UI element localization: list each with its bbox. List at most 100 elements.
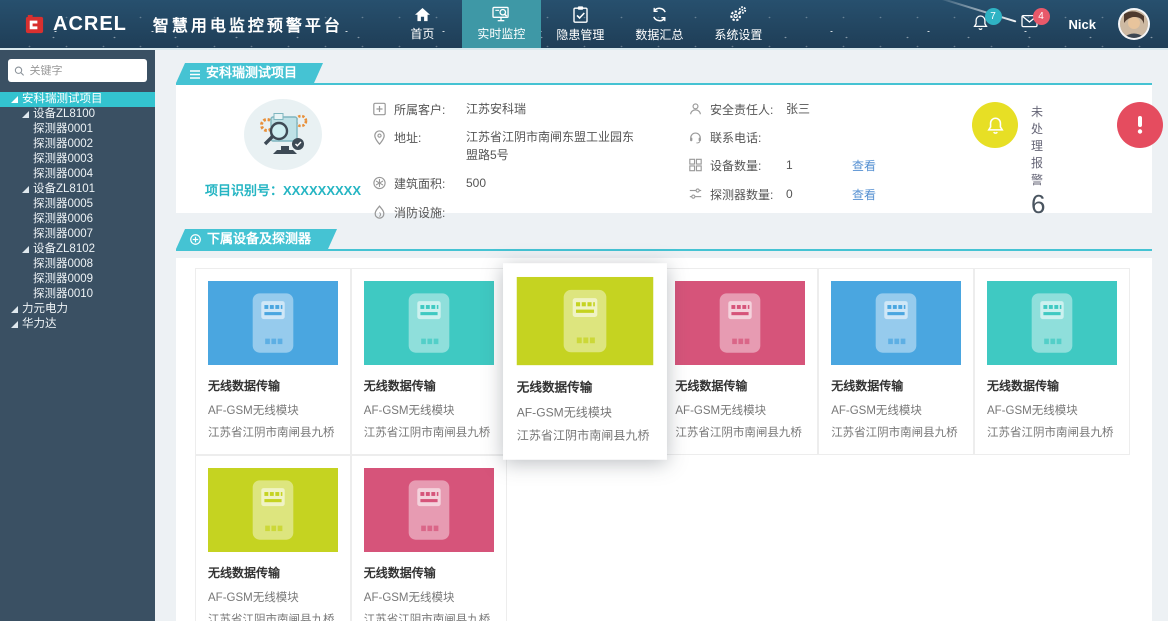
nav-item-home[interactable]: 首页 (383, 0, 462, 48)
device-cards-grid: 无线数据传输 AF-GSM无线模块 江苏省江阴市南闸县九桥 无线数据传输 AF-… (195, 268, 1133, 621)
tree-node-project[interactable]: 安科瑞测试项目 (0, 92, 155, 107)
tree-node-label: 安科瑞测试项目 (22, 92, 103, 107)
expand-triangle-icon[interactable] (11, 306, 18, 313)
device-card[interactable]: 无线数据传输 AF-GSM无线模块 江苏省江阴市南闸县九桥 (818, 268, 974, 455)
meter-device-icon (248, 291, 298, 355)
stat-label: 未处理报警 (1031, 103, 1045, 188)
tree-node-detector[interactable]: 探测器0003 (0, 152, 155, 167)
device-card-media (987, 281, 1117, 365)
expand-triangle-icon[interactable] (22, 246, 29, 253)
expand-triangle-icon[interactable] (22, 186, 29, 193)
tree-node-device[interactable]: 设备ZL8102 (0, 242, 155, 257)
device-card-title: 无线数据传输 (364, 564, 494, 581)
user-avatar[interactable] (1118, 8, 1150, 40)
tree-node-label: 设备ZL8102 (33, 242, 95, 257)
view-detectors-link[interactable]: 查看 (852, 186, 876, 203)
tree-node-project[interactable]: 华力达 (0, 317, 155, 332)
tree-node-label: 探测器0006 (33, 212, 93, 227)
project-id-text: 项目识别号：XXXXXXXXX (205, 180, 361, 199)
tree-node-label: 设备ZL8101 (33, 182, 95, 197)
device-card-title: 无线数据传输 (831, 377, 961, 394)
search-icon (14, 65, 25, 77)
project-section-ribbon: 安科瑞测试项目 (176, 63, 323, 83)
nav-item-data-summary[interactable]: 数据汇总 (620, 0, 699, 48)
device-card[interactable]: 无线数据传输 AF-GSM无线模块 江苏省江阴市南闸县九桥 (351, 455, 507, 621)
device-card[interactable]: 无线数据传输 AF-GSM无线模块 江苏省江阴市南闸县九桥 (195, 455, 351, 621)
device-card-selected[interactable]: 无线数据传输 AF-GSM无线模块 江苏省江阴市南闸县九桥 (503, 263, 667, 459)
main-nav: 首页 实时监控 隐患管理 (383, 0, 778, 48)
tree-node-detector[interactable]: 探测器0010 (0, 287, 155, 302)
expand-triangle-icon[interactable] (11, 96, 18, 103)
plus-circle-icon (190, 234, 201, 245)
project-fields-right: 安全责任人: 张三 联系电话: (688, 97, 938, 199)
area-icon (372, 176, 387, 190)
nav-item-system-settings[interactable]: 系统设置 (699, 0, 778, 48)
tree-node-detector[interactable]: 探测器0001 (0, 122, 155, 137)
gears-icon (729, 6, 747, 23)
expand-triangle-icon[interactable] (11, 321, 18, 328)
device-card[interactable]: 无线数据传输 AF-GSM无线模块 江苏省江阴市南闸县九桥 (974, 268, 1130, 455)
field-value: 张三 (786, 101, 852, 118)
device-card-address: 江苏省江阴市南闸县九桥 (516, 427, 652, 444)
field-label: 联系电话: (710, 129, 786, 146)
acrel-logo-icon (24, 14, 45, 35)
nav-item-hazard-management[interactable]: 隐患管理 (541, 0, 620, 48)
devices-section-header: 下属设备及探测器 (176, 229, 1152, 251)
device-card-title: 无线数据传输 (208, 564, 338, 581)
field-building-area: 建筑面积: 500 (372, 175, 688, 192)
tree-node-label: 设备ZL8100 (33, 107, 95, 122)
device-card-address: 江苏省江阴市南闸县九桥 (675, 424, 805, 440)
user-name: Nick (1069, 17, 1096, 32)
bell-icon (987, 116, 1004, 135)
search-input[interactable] (30, 65, 141, 77)
tree-node-label: 探测器0001 (33, 122, 93, 137)
tree-node-label: 探测器0010 (33, 287, 93, 302)
stat-value: 6 (1031, 189, 1045, 220)
tree-node-detector[interactable]: 探测器0008 (0, 257, 155, 272)
view-devices-link[interactable]: 查看 (852, 157, 876, 174)
expand-triangle-icon[interactable] (22, 111, 29, 118)
field-label: 探测器数量: (710, 186, 786, 203)
field-label: 设备数量: (710, 157, 786, 174)
device-card-address: 江苏省江阴市南闸县九桥 (208, 424, 338, 440)
field-safety-officer: 安全责任人: 张三 (688, 101, 938, 118)
device-card-model: AF-GSM无线模块 (675, 402, 805, 418)
fault-stat-circle (1117, 102, 1163, 148)
alarm-bell-button[interactable]: 7 (973, 14, 999, 34)
project-section-title: 安科瑞测试项目 (206, 65, 297, 80)
alarm-count-badge: 7 (985, 8, 1002, 25)
field-address: 地址: 江苏省江阴市南闸东盟工业园东盟路5号 (372, 129, 688, 164)
devices-section-ribbon: 下属设备及探测器 (176, 229, 337, 249)
nav-item-label: 数据汇总 (635, 26, 683, 43)
device-card-media (364, 468, 494, 552)
field-value: 江苏安科瑞 (466, 101, 644, 118)
tree-node-label: 华力达 (22, 317, 57, 332)
tree-node-device[interactable]: 设备ZL8101 (0, 182, 155, 197)
stat-unhandled-alarms: 未处理报警 6 (972, 102, 1045, 220)
grid-icon (688, 158, 703, 172)
device-card[interactable]: 无线数据传输 AF-GSM无线模块 江苏省江阴市南闸县九桥 (662, 268, 818, 455)
tree-node-detector[interactable]: 探测器0009 (0, 272, 155, 287)
top-navbar: ACREL 智慧用电监控预警平台 首页 实时监控 (0, 0, 1168, 50)
home-icon (414, 7, 431, 22)
tree-node-device[interactable]: 设备ZL8100 (0, 107, 155, 122)
tree-node-detector[interactable]: 探测器0006 (0, 212, 155, 227)
avatar-image (1120, 10, 1148, 38)
field-value: 0 (786, 186, 852, 203)
tree-node-label: 探测器0009 (33, 272, 93, 287)
device-card[interactable]: 无线数据传输 AF-GSM无线模块 江苏省江阴市南闸县九桥 (195, 268, 351, 455)
project-fields-left: 所属客户: 江苏安科瑞 地址: 江苏省江阴市南闸东盟工业园东盟路5号 建筑面 (372, 97, 688, 199)
tree-node-detector[interactable]: 探测器0002 (0, 137, 155, 152)
tree-node-label: 探测器0004 (33, 167, 93, 182)
field-value: 江苏省江阴市南闸东盟工业园东盟路5号 (466, 129, 644, 164)
nav-item-realtime-monitor[interactable]: 实时监控 (462, 0, 541, 48)
field-detector-count: 探测器数量: 0 查看 (688, 186, 938, 203)
message-button[interactable]: 4 (1021, 14, 1047, 34)
tree-node-detector[interactable]: 探测器0005 (0, 197, 155, 212)
tree-node-label: 探测器0007 (33, 227, 93, 242)
tree-node-project[interactable]: 力元电力 (0, 302, 155, 317)
device-card-media (208, 281, 338, 365)
tree-node-detector[interactable]: 探测器0007 (0, 227, 155, 242)
tree-node-detector[interactable]: 探测器0004 (0, 167, 155, 182)
device-card[interactable]: 无线数据传输 AF-GSM无线模块 江苏省江阴市南闸县九桥 (351, 268, 507, 455)
